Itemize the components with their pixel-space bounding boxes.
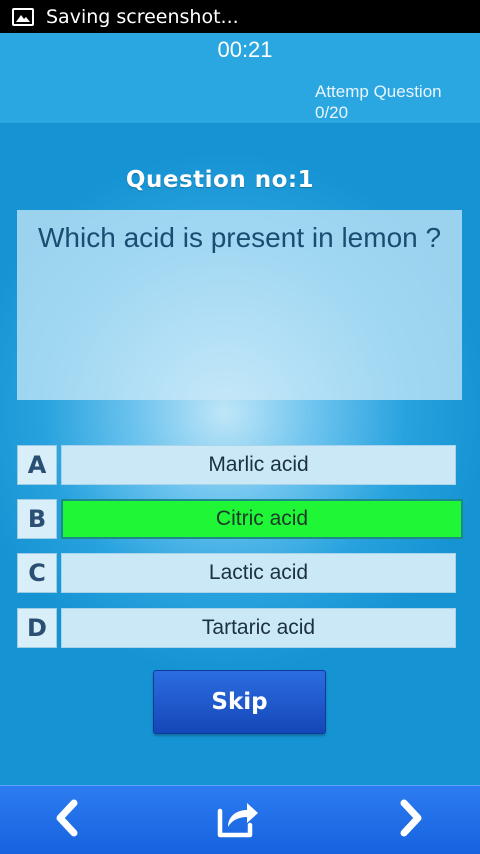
attempt-count: 0/20 — [315, 103, 349, 122]
answer-button-selected[interactable]: Citric acid — [61, 499, 463, 539]
chevron-right-icon — [398, 799, 424, 842]
answer-button[interactable]: Tartaric acid — [61, 608, 456, 648]
status-text: Saving screenshot... — [46, 5, 239, 28]
question-box: Which acid is present in lemon ? — [17, 210, 462, 400]
option-a[interactable]: A Marlic acid — [17, 445, 462, 485]
option-letter: D — [17, 608, 57, 648]
option-d[interactable]: D Tartaric acid — [17, 608, 462, 648]
header: 00:21 Attemp Question 0/20 — [0, 33, 480, 123]
attempt-counter: Attemp Question 0/20 — [315, 81, 442, 123]
question-number: Question no:1 — [125, 167, 315, 193]
share-button[interactable] — [194, 786, 284, 854]
prev-button[interactable] — [22, 786, 112, 854]
option-letter: A — [17, 445, 57, 485]
answer-button[interactable]: Lactic acid — [61, 553, 456, 593]
question-text: Which acid is present in lemon ? — [38, 222, 442, 253]
attempt-label: Attemp Question — [315, 82, 442, 101]
next-button[interactable] — [366, 786, 456, 854]
status-bar: Saving screenshot... — [0, 0, 480, 33]
share-icon — [216, 797, 262, 844]
option-letter: C — [17, 553, 57, 593]
timer: 00:21 — [217, 37, 273, 62]
quiz-screen: 00:21 Attemp Question 0/20 Question no:1… — [0, 33, 480, 785]
skip-button[interactable]: Skip — [153, 670, 326, 734]
chevron-left-icon — [54, 799, 80, 842]
option-b[interactable]: B Citric acid — [17, 499, 463, 539]
image-icon — [12, 7, 34, 26]
answer-button[interactable]: Marlic acid — [61, 445, 456, 485]
option-letter: B — [17, 499, 57, 539]
option-c[interactable]: C Lactic acid — [17, 553, 462, 593]
bottom-nav — [0, 785, 480, 854]
